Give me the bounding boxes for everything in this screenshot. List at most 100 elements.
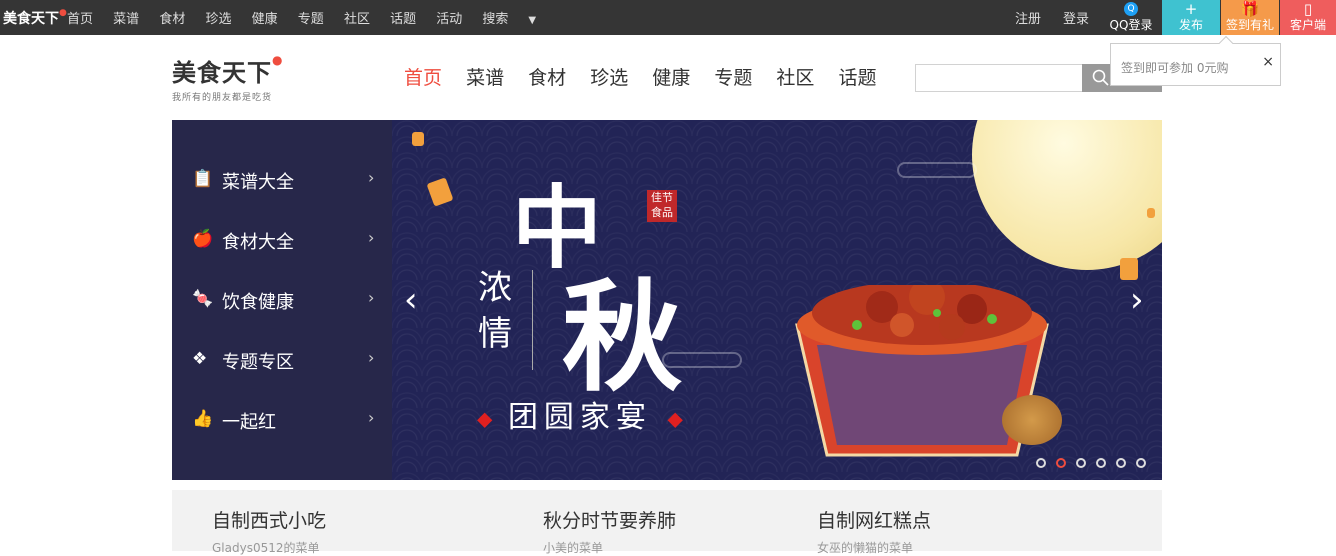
header: 美食天下● 我所有的朋友都是吃货 首页 菜谱 食材 珍选 健康 专题 社区 话题… <box>0 35 1336 120</box>
moon-image <box>972 120 1162 270</box>
login-link[interactable]: 登录 <box>1063 8 1089 27</box>
client-button[interactable]: ▯ 客户端 <box>1280 0 1336 35</box>
signin-gift-label: 签到有礼 <box>1225 18 1274 32</box>
carousel-dot[interactable] <box>1076 458 1086 468</box>
menu-card-author[interactable]: 女巫的懒猫的菜单 <box>817 539 931 556</box>
top-nav-ingredients[interactable]: 食材 <box>159 8 185 27</box>
top-nav-home[interactable]: 首页 <box>67 8 93 27</box>
plus-icon: + <box>1184 0 1198 18</box>
chevron-right-icon: › <box>368 228 375 247</box>
lantern-icon <box>1120 258 1138 280</box>
qq-login-label: QQ登录 <box>1109 18 1153 32</box>
menu-item-label: 食材大全 <box>222 232 294 253</box>
carousel-slide[interactable]: 中 秋 浓情 佳节食品 ◆ 团圆家宴 ◆ <box>392 120 1162 480</box>
menu-card[interactable]: 秋分时节要养肺 小美的菜单 <box>543 506 676 556</box>
caret-down-icon: ▼ <box>528 15 537 26</box>
carousel-dot[interactable] <box>1096 458 1106 468</box>
signin-tooltip: 签到即可参加 0元购 × <box>1110 35 1281 86</box>
menu-item-ingredients[interactable]: 🍎 食材大全 › <box>172 210 392 270</box>
top-nav: 首页 菜谱 食材 珍选 健康 专题 社区 话题 活动 搜索 ▼ <box>67 8 568 27</box>
lantern-icon <box>426 177 454 207</box>
client-label: 客户端 <box>1289 18 1326 32</box>
top-nav-health[interactable]: 健康 <box>252 8 278 27</box>
cloud-decoration <box>897 162 977 178</box>
chevron-right-icon: › <box>368 408 375 427</box>
menu-card-title[interactable]: 自制网红糕点 <box>817 506 931 533</box>
banner: 📋 菜谱大全 › 🍎 食材大全 › 🍬 饮食健康 › ❖ 专题专区 › 👍 一起… <box>172 120 1162 480</box>
signin-gift-button[interactable]: 🎁 签到有礼 <box>1221 0 1279 35</box>
nav-home[interactable]: 首页 <box>404 63 442 90</box>
phone-icon: ▯ <box>1303 0 1313 18</box>
top-nav-search-label: 搜索 <box>482 12 509 27</box>
nav-ingredients[interactable]: 食材 <box>528 63 566 90</box>
thumbs-up-icon: 👍 <box>192 409 214 429</box>
top-nav-community[interactable]: 社区 <box>344 8 370 27</box>
gift-icon: 🎁 <box>1240 0 1260 18</box>
qq-login-button[interactable]: Q QQ登录 <box>1108 0 1154 35</box>
chevron-right-icon: › <box>368 348 375 367</box>
menu-card[interactable]: 自制西式小吃 Gladys0512的菜单 <box>212 506 326 556</box>
top-logo[interactable]: 美食天下● <box>3 8 67 28</box>
menu-card[interactable]: 自制网红糕点 女巫的懒猫的菜单 <box>817 506 931 556</box>
mooncake-image <box>1002 395 1062 445</box>
nav-recipes[interactable]: 菜谱 <box>466 63 504 90</box>
nav-discuss[interactable]: 话题 <box>838 63 876 90</box>
menu-item-topics[interactable]: ❖ 专题专区 › <box>172 330 392 390</box>
diamond-icon: ❖ <box>192 349 208 369</box>
carousel-next-button[interactable]: › <box>1130 280 1144 320</box>
tooltip-arrow <box>1218 35 1234 51</box>
site-logo[interactable]: 美食天下● 我所有的朋友都是吃货 <box>172 53 283 103</box>
chevron-right-icon: › <box>368 168 375 187</box>
top-nav-discuss[interactable]: 话题 <box>390 8 416 27</box>
lantern-icon <box>412 132 424 146</box>
menu-card-author[interactable]: 小美的菜单 <box>543 539 676 556</box>
menu-item-label: 饮食健康 <box>222 292 294 313</box>
menu-item-health[interactable]: 🍬 饮食健康 › <box>172 270 392 330</box>
candy-icon: 🍬 <box>192 289 214 309</box>
top-nav-recipes[interactable]: 菜谱 <box>113 8 139 27</box>
top-bar: 美食天下● 首页 菜谱 食材 珍选 健康 专题 社区 话题 活动 搜索 ▼ 注册 … <box>0 0 1336 35</box>
menu-item-label: 菜谱大全 <box>222 172 294 193</box>
publish-label: 发布 <box>1178 18 1203 32</box>
nav-health[interactable]: 健康 <box>652 63 690 90</box>
nav-community[interactable]: 社区 <box>776 63 814 90</box>
nav-select[interactable]: 珍选 <box>590 63 628 90</box>
qq-icon: Q <box>1124 2 1138 16</box>
menu-item-label: 专题专区 <box>222 352 294 373</box>
slide-title-char2: 秋 <box>562 267 682 408</box>
apple-icon: 🍎 <box>192 229 214 249</box>
featured-menus: 自制西式小吃 Gladys0512的菜单 秋分时节要养肺 小美的菜单 自制网红糕… <box>172 490 1162 555</box>
publish-button[interactable]: + 发布 <box>1162 0 1220 35</box>
carousel-dot[interactable] <box>1056 458 1066 468</box>
diamond-bullet-icon: ◆ <box>477 406 493 431</box>
nav-topics[interactable]: 专题 <box>714 63 752 90</box>
top-nav-search[interactable]: 搜索 ▼ <box>482 8 552 27</box>
logo-text: 美食天下 <box>172 59 272 87</box>
menu-item-together[interactable]: 👍 一起红 › <box>172 390 392 450</box>
slide-subtitle-text: 团圆家宴 <box>507 400 652 435</box>
carousel-dots <box>1036 453 1156 472</box>
top-nav-events[interactable]: 活动 <box>436 8 462 27</box>
tooltip-text: 签到即可参加 0元购 <box>1121 61 1229 75</box>
carousel-dot[interactable] <box>1136 458 1146 468</box>
diamond-bullet-icon: ◆ <box>667 406 683 431</box>
top-nav-select[interactable]: 珍选 <box>205 8 231 27</box>
register-link[interactable]: 注册 <box>1015 8 1041 27</box>
clipboard-icon: 📋 <box>192 169 214 189</box>
search-icon <box>1092 69 1109 86</box>
search-input[interactable] <box>916 65 1076 91</box>
close-icon[interactable]: × <box>1262 54 1274 70</box>
menu-card-title[interactable]: 秋分时节要养肺 <box>543 506 676 533</box>
top-nav-topics[interactable]: 专题 <box>298 8 324 27</box>
carousel-dot[interactable] <box>1036 458 1046 468</box>
slide-subtitle: ◆ 团圆家宴 ◆ <box>477 392 683 436</box>
menu-card-title[interactable]: 自制西式小吃 <box>212 506 326 533</box>
slide-divider <box>532 270 533 370</box>
menu-item-label: 一起红 <box>222 412 276 433</box>
menu-card-author[interactable]: Gladys0512的菜单 <box>212 539 326 556</box>
logo-slogan: 我所有的朋友都是吃货 <box>172 93 273 103</box>
carousel-dot[interactable] <box>1116 458 1126 468</box>
menu-item-recipes[interactable]: 📋 菜谱大全 › <box>172 150 392 210</box>
carousel-prev-button[interactable]: ‹ <box>404 280 418 320</box>
category-menu: 📋 菜谱大全 › 🍎 食材大全 › 🍬 饮食健康 › ❖ 专题专区 › 👍 一起… <box>172 120 392 480</box>
